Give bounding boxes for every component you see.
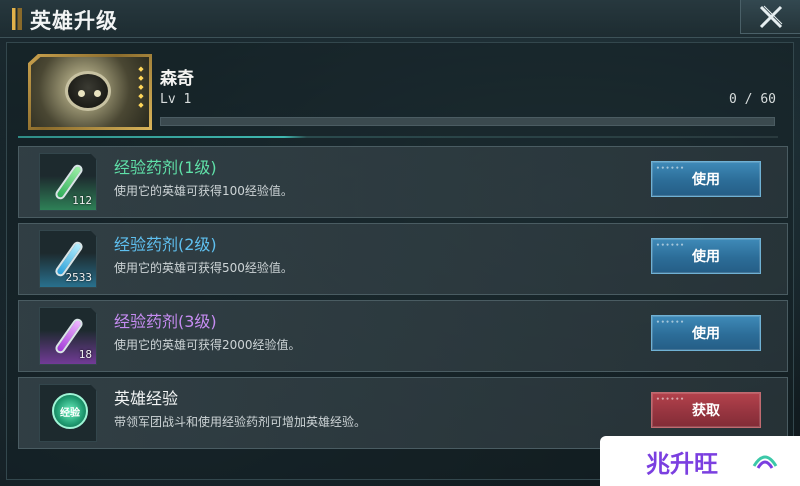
- item-description: 使用它的英雄可获得500经验值。: [114, 261, 293, 275]
- item-count: 18: [78, 348, 92, 361]
- close-icon: [759, 5, 783, 29]
- hero-face: [65, 71, 111, 111]
- item-title: 经验药剂(3级): [114, 312, 217, 331]
- star-icon: ◆: [138, 65, 144, 73]
- use-button-label: 使用: [692, 249, 720, 265]
- section-divider: [18, 136, 778, 138]
- hero-portrait[interactable]: ◆ ◆ ◆ ◆ ◆: [28, 54, 152, 130]
- hero-star-rating: ◆ ◆ ◆ ◆ ◆: [137, 65, 145, 110]
- emblem-text: 经验: [60, 407, 80, 419]
- item-count: 2533: [65, 271, 93, 284]
- use-button[interactable]: •••••• 使用: [651, 161, 761, 197]
- hero-exp-emblem-icon: 经验: [52, 393, 88, 429]
- item-description: 带领军团战斗和使用经验药剂可增加英雄经验。: [114, 415, 367, 429]
- use-button-label: 使用: [692, 326, 720, 342]
- hero-exp-emblem-box[interactable]: 经验: [39, 384, 97, 442]
- item-row-exp-potion-2: 2533 经验药剂(2级) 使用它的英雄可获得500经验值。 •••••• 使用: [18, 223, 788, 295]
- watermark: 兆升旺: [600, 436, 800, 486]
- item-count: 112: [72, 194, 92, 207]
- hero-level: Lv 1: [160, 92, 192, 107]
- item-description: 使用它的英雄可获得100经验值。: [114, 184, 293, 198]
- star-icon: ◆: [138, 74, 144, 82]
- green-potion-icon[interactable]: 112: [39, 153, 97, 211]
- star-icon: ◆: [138, 101, 144, 109]
- hero-name: 森奇: [160, 69, 194, 89]
- watermark-text: 兆升旺: [646, 450, 718, 478]
- star-icon: ◆: [138, 92, 144, 100]
- purple-potion-icon[interactable]: 18: [39, 307, 97, 365]
- watermark-logo-icon: [752, 455, 778, 469]
- item-title: 英雄经验: [114, 389, 179, 408]
- item-description: 使用它的英雄可获得2000经验值。: [114, 338, 301, 352]
- page-title: 英雄升级: [30, 9, 118, 33]
- button-dots: ••••••: [656, 242, 686, 249]
- obtain-button[interactable]: •••••• 获取: [651, 392, 761, 428]
- title-accent-icon: [12, 8, 22, 30]
- blue-potion-icon[interactable]: 2533: [39, 230, 97, 288]
- use-button[interactable]: •••••• 使用: [651, 315, 761, 351]
- hero-eye: [78, 90, 85, 97]
- item-row-exp-potion-1: 112 经验药剂(1级) 使用它的英雄可获得100经验值。 •••••• 使用: [18, 146, 788, 218]
- item-row-exp-potion-3: 18 经验药剂(3级) 使用它的英雄可获得2000经验值。 •••••• 使用: [18, 300, 788, 372]
- close-button[interactable]: [740, 0, 800, 34]
- star-icon: ◆: [138, 83, 144, 91]
- button-dots: ••••••: [656, 396, 686, 403]
- item-title: 经验药剂(2级): [114, 235, 217, 254]
- hero-exp-value: 0 / 60: [729, 92, 776, 107]
- button-dots: ••••••: [656, 319, 686, 326]
- hero-avatar-icon: ◆ ◆ ◆ ◆ ◆: [31, 57, 149, 127]
- use-button-label: 使用: [692, 172, 720, 188]
- button-dots: ••••••: [656, 165, 686, 172]
- use-button[interactable]: •••••• 使用: [651, 238, 761, 274]
- obtain-button-label: 获取: [692, 403, 720, 419]
- hero-eye: [94, 90, 101, 97]
- item-title: 经验药剂(1级): [114, 158, 217, 177]
- exp-progress-bar: [160, 117, 775, 126]
- title-bar: 英雄升级: [0, 0, 800, 38]
